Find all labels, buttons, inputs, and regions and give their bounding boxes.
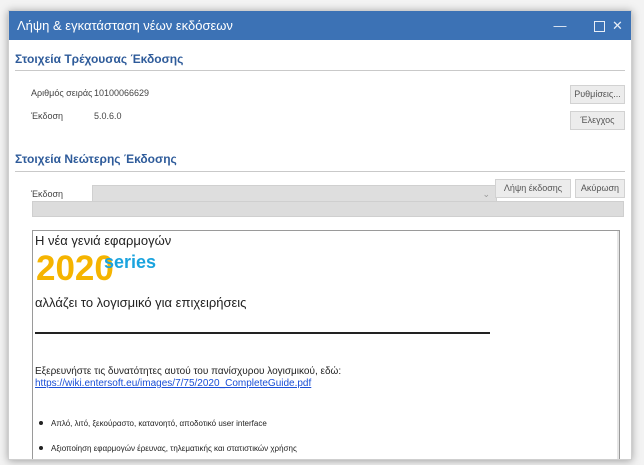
- settings-button[interactable]: Ρυθμίσεις...: [570, 85, 625, 104]
- serial-number-label: Αριθμός σειράς: [31, 88, 93, 98]
- download-progress-bar: [32, 201, 624, 217]
- release-heading: Η νέα γενιά εφαρμογών: [35, 233, 172, 248]
- bullet-icon: [39, 446, 43, 450]
- viewer-scrollbar[interactable]: [617, 231, 619, 459]
- serial-number-value: 10100066629: [94, 88, 150, 98]
- feature-bullet: Αξιοποίηση εφαρμογών έρευνας, τηλεματική…: [39, 444, 297, 453]
- explore-text: Εξερευνήστε τις δυνατότητες αυτού του πα…: [35, 366, 342, 377]
- close-button[interactable]: ✕: [604, 11, 631, 40]
- window-title: Λήψη & εγκατάσταση νέων εκδόσεων: [17, 18, 233, 33]
- brand-year: 2020: [36, 249, 114, 288]
- new-version-label: Έκδοση: [31, 189, 64, 199]
- release-tagline: αλλάζει το λογισμικό για επιχειρήσεις: [35, 295, 247, 310]
- complete-guide-link[interactable]: https://wiki.entersoft.eu/images/7/75/20…: [35, 378, 311, 389]
- cancel-button[interactable]: Ακύρωση: [575, 179, 625, 198]
- newer-version-section-title: Στοιχεία Νεώτερης Έκδοσης: [15, 152, 177, 166]
- check-button[interactable]: Έλεγχος: [570, 111, 625, 130]
- bullet-icon: [39, 421, 43, 425]
- content-divider: [35, 332, 490, 334]
- update-dialog: Λήψη & εγκατάσταση νέων εκδόσεων — ✕ Στο…: [8, 10, 632, 460]
- feature-bullet: Απλό, λιτό, ξεκούραστο, κατανοητό, αποδο…: [39, 419, 267, 428]
- current-version-value: 5.0.6.0: [94, 111, 122, 121]
- current-version-label: Έκδοση: [31, 111, 64, 121]
- download-version-button[interactable]: Λήψη έκδοσης: [495, 179, 571, 198]
- release-notes-viewer[interactable]: Η νέα γενιά εφαρμογών 2020 series αλλάζε…: [32, 230, 620, 459]
- current-version-section-title: Στοιχεία Τρέχουσας Έκδοσης: [15, 52, 184, 66]
- feature-bullet-text: Απλό, λιτό, ξεκούραστο, κατανοητό, αποδο…: [51, 419, 267, 428]
- newer-section-divider: [15, 171, 625, 172]
- title-bar[interactable]: Λήψη & εγκατάσταση νέων εκδόσεων — ✕: [9, 11, 631, 40]
- brand-series: series: [104, 252, 157, 272]
- current-section-divider: [15, 70, 625, 71]
- maximize-icon: [593, 21, 605, 33]
- feature-bullet-text: Αξιοποίηση εφαρμογών έρευνας, τηλεματική…: [51, 444, 297, 453]
- minimize-button[interactable]: —: [542, 11, 578, 40]
